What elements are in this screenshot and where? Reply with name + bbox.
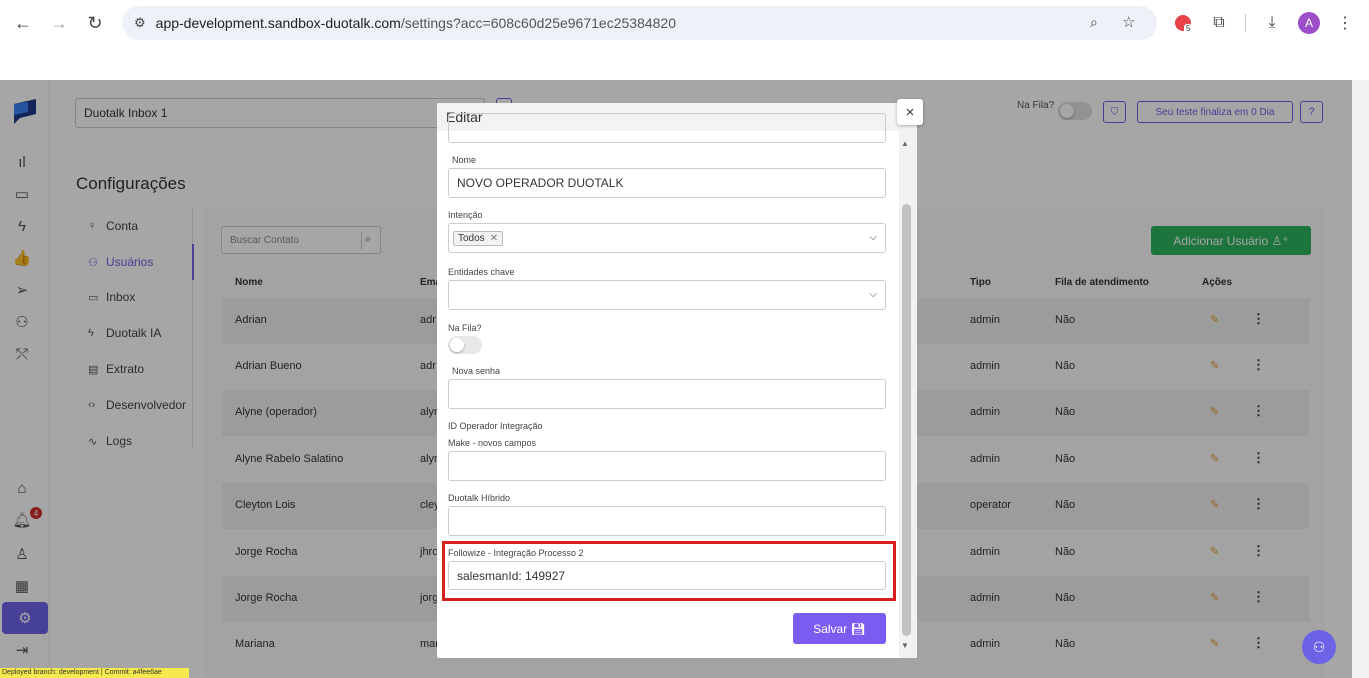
chevron-down-icon[interactable]: ⌵ [869, 232, 877, 243]
address-bar[interactable]: ⚙ app-development.sandbox-duotalk.com/se… [122, 6, 1157, 40]
bookmark-star-icon[interactable]: ☆ [1122, 13, 1135, 31]
chevron-down-icon[interactable]: ⌵ [869, 289, 877, 300]
puzzle-icon[interactable]: ⧉ [1206, 10, 1232, 36]
name-input[interactable]: NOVO OPERADOR DUOTALK [448, 168, 886, 198]
hybrid-input[interactable] [448, 506, 886, 536]
profile-avatar[interactable]: A [1298, 12, 1320, 34]
followize-label: Followize - Integração Processo 2 [448, 548, 584, 558]
make-fields-input[interactable] [448, 451, 886, 481]
save-button[interactable]: Salvar 💾︎ [793, 613, 886, 644]
hybrid-label: Duotalk Híbrido [448, 493, 511, 503]
scroll-down-icon[interactable]: ▼ [901, 641, 909, 650]
queue-label: Na Fila? [448, 323, 482, 333]
deploy-info: Deployed branch: development | Commit: a… [0, 668, 189, 678]
team-icon: ⚇ [1312, 638, 1326, 655]
download-icon[interactable]: ⤓ [1259, 10, 1285, 36]
zoom-icon[interactable]: ⌕ [1090, 14, 1098, 31]
extension-badge: 5 [1184, 24, 1193, 33]
previous-field-input[interactable] [448, 113, 886, 143]
toolbar-divider [1245, 14, 1246, 32]
intent-label: Intenção [448, 210, 483, 220]
page-scrollbar[interactable] [1352, 80, 1369, 678]
new-password-input[interactable] [448, 379, 886, 409]
followize-input[interactable]: salesmanId: 149927 [448, 561, 886, 590]
modal-scrollbar-thumb[interactable] [902, 204, 911, 636]
queue-toggle[interactable] [448, 336, 482, 354]
name-label: Nome [452, 155, 477, 165]
entities-label: Entidades chave [448, 267, 515, 277]
floppy-disk-icon: 💾︎ [850, 621, 866, 636]
team-chat-button[interactable]: ⚇ [1302, 630, 1336, 664]
intent-select[interactable]: Todos ✕ ⌵ [448, 223, 886, 253]
entities-select[interactable]: ⌵ [448, 280, 886, 310]
site-settings-icon[interactable]: ⚙ [134, 15, 146, 31]
close-icon[interactable]: × [897, 99, 923, 125]
browser-menu-icon[interactable]: ⋮ [1332, 10, 1358, 36]
forward-icon[interactable]: → [44, 8, 74, 38]
scroll-up-icon[interactable]: ▲ [901, 139, 909, 148]
back-icon[interactable]: ← [8, 8, 38, 38]
reload-icon[interactable]: ↻ [80, 8, 110, 38]
extension-icon[interactable]: 5 [1170, 10, 1196, 36]
browser-toolbar: ← → ↻ ⚙ app-development.sandbox-duotalk.… [0, 0, 1369, 80]
edit-user-modal: Editar Nome NOVO OPERADOR DUOTALK Intenç… [437, 103, 917, 658]
intent-chip[interactable]: Todos ✕ [453, 230, 504, 246]
make-fields-label: Make - novos campos [448, 438, 537, 448]
new-password-label: Nova senha [452, 366, 501, 376]
modal-body: Nome NOVO OPERADOR DUOTALK Intenção Todo… [437, 113, 899, 658]
integration-id-label: ID Operador Integração [448, 421, 543, 431]
url-text: app-development.sandbox-duotalk.com/sett… [155, 15, 676, 31]
remove-chip-icon[interactable]: ✕ [490, 233, 498, 244]
